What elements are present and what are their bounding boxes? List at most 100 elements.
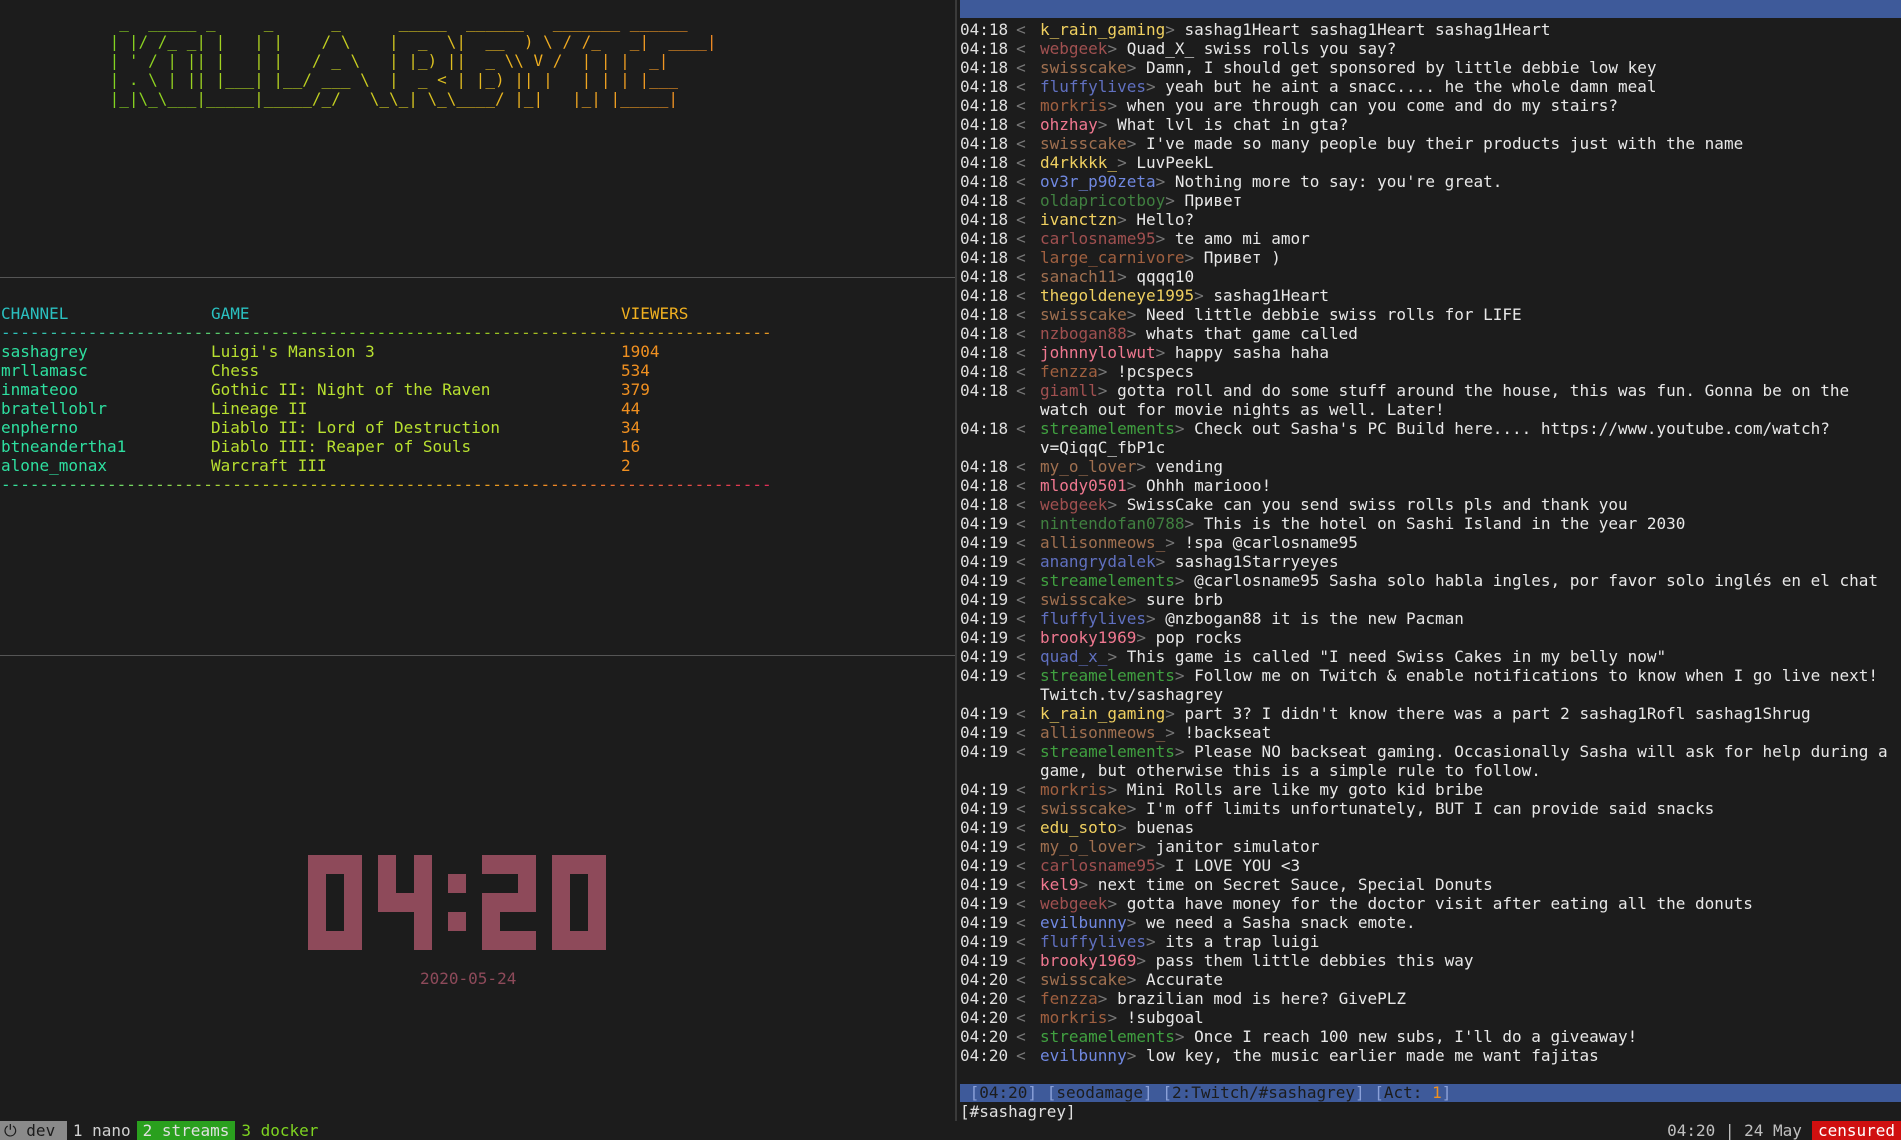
message-nick[interactable]: brooky1969 xyxy=(1040,628,1136,647)
message-nick[interactable]: quad_x_ xyxy=(1040,647,1107,666)
message-nick[interactable]: edu_soto xyxy=(1040,818,1117,837)
nick-bracket: > xyxy=(1174,666,1195,685)
message-time: 04:18 xyxy=(960,77,1009,96)
message-nick[interactable]: evilbunny xyxy=(1040,1046,1127,1065)
nick-bracket: > xyxy=(1174,742,1195,761)
clock-digit xyxy=(552,855,606,950)
nick-bracket: > xyxy=(1117,267,1137,286)
table-row[interactable]: btneandertha1 Diablo III: Reaper of Souls… xyxy=(1,437,801,456)
nick-bracket: < xyxy=(1016,799,1026,818)
message-nick[interactable]: webgeek xyxy=(1040,894,1107,913)
message-nick[interactable]: allisonmeows_ xyxy=(1040,533,1165,552)
message-nick[interactable]: morkris xyxy=(1040,96,1107,115)
message-nick[interactable]: ivanctzn xyxy=(1040,210,1117,229)
message-nick[interactable]: thegoldeneye1995 xyxy=(1040,286,1194,305)
message-nick[interactable]: swisscake xyxy=(1040,799,1127,818)
clock-colon xyxy=(448,874,466,931)
message-nick[interactable]: fluffylives xyxy=(1040,932,1146,951)
message-body: quad_x_> This game is called "I need Swi… xyxy=(1040,647,1901,666)
nick-bracket: > xyxy=(1107,495,1127,514)
message-nick[interactable]: ohzhay xyxy=(1040,115,1098,134)
message-nick[interactable]: streamelements xyxy=(1040,666,1175,685)
clock-pixel xyxy=(344,893,362,912)
table-row[interactable]: alone_monax Warcraft III 2 xyxy=(1,456,801,475)
nick-bracket: > xyxy=(1126,324,1146,343)
message-nick[interactable]: swisscake xyxy=(1040,305,1127,324)
message-time: 04:18 xyxy=(960,39,1009,58)
message-nick[interactable]: mlody0501 xyxy=(1040,476,1127,495)
nick-bracket: < xyxy=(1016,780,1026,799)
message-nick[interactable]: swisscake xyxy=(1040,970,1127,989)
nick-bracket: > xyxy=(1165,191,1185,210)
message-nick[interactable]: webgeek xyxy=(1040,495,1107,514)
table-row[interactable]: inmateoo Gothic II: Night of the Raven 379 xyxy=(1,380,801,399)
message-nick[interactable]: carlosname95 xyxy=(1040,856,1156,875)
nick-bracket: > xyxy=(1126,1046,1146,1065)
message-nick[interactable]: anangrydalek xyxy=(1040,552,1156,571)
message-nick[interactable]: swisscake xyxy=(1040,590,1127,609)
message-nick[interactable]: large_carnivore xyxy=(1040,248,1185,267)
message-nick[interactable]: fluffylives xyxy=(1040,609,1146,628)
tmux-window[interactable]: 1 nano xyxy=(67,1121,137,1140)
tmux-session[interactable]: ⏻ dev xyxy=(0,1121,67,1140)
table-row[interactable]: bratelloblr Lineage II 44 xyxy=(1,399,801,418)
nick-bracket: > xyxy=(1184,514,1204,533)
cell-viewers: 16 xyxy=(621,437,641,456)
message-time: 04:18 xyxy=(960,153,1009,172)
message-nick[interactable]: my_o_lover xyxy=(1040,457,1136,476)
nick-bracket: < xyxy=(1016,647,1026,666)
nick-bracket: < xyxy=(1016,305,1026,324)
message-nick[interactable]: swisscake xyxy=(1040,58,1127,77)
tmux-window[interactable]: 2 streams xyxy=(136,1121,236,1140)
chat-message: 04:18 < webgeek> Quad_X_ swiss rolls you s… xyxy=(960,39,1901,58)
message-time: 04:19 xyxy=(960,609,1009,628)
nick-bracket: < xyxy=(1016,381,1026,400)
chat-input[interactable] xyxy=(960,1102,1901,1121)
table-row[interactable]: sashagrey Luigi's Mansion 3 1904 xyxy=(1,342,801,361)
message-nick[interactable]: evilbunny xyxy=(1040,913,1127,932)
message-nick[interactable]: my_o_lover xyxy=(1040,837,1136,856)
message-nick[interactable]: allisonmeows_ xyxy=(1040,723,1165,742)
pane-divider[interactable] xyxy=(955,0,957,1128)
message-body: mlody0501> Ohhh mariooo! xyxy=(1040,476,1901,495)
message-nick[interactable]: giamll xyxy=(1040,381,1098,400)
message-nick[interactable]: streamelements xyxy=(1040,742,1175,761)
table-row[interactable]: enpherno Diablo II: Lord of Destruction 34 xyxy=(1,418,801,437)
message-text: Nothing more to say: you're great. xyxy=(1174,172,1503,191)
message-nick[interactable]: streamelements xyxy=(1040,419,1175,438)
message-nick[interactable]: fenzza xyxy=(1040,362,1098,381)
message-nick[interactable]: carlosname95 xyxy=(1040,229,1156,248)
clock-pixel xyxy=(308,855,326,874)
cell-viewers: 1904 xyxy=(621,342,660,361)
message-nick[interactable]: swisscake xyxy=(1040,134,1127,153)
message-nick[interactable]: kel9 xyxy=(1040,875,1079,894)
clock-pixel xyxy=(482,912,500,931)
message-nick[interactable]: nintendofan0788 xyxy=(1040,514,1185,533)
message-nick[interactable]: ov3r_p90zeta xyxy=(1040,172,1156,191)
message-nick[interactable]: morkris xyxy=(1040,780,1107,799)
message-text: sashag1Starryeyes xyxy=(1174,552,1339,571)
message-nick[interactable]: fenzza xyxy=(1040,989,1098,1008)
message-nick[interactable]: webgeek xyxy=(1040,39,1107,58)
message-nick[interactable]: fluffylives xyxy=(1040,77,1146,96)
message-nick[interactable]: oldapricotboy xyxy=(1040,191,1165,210)
message-nick[interactable]: streamelements xyxy=(1040,571,1175,590)
message-nick[interactable]: brooky1969 xyxy=(1040,951,1136,970)
message-nick[interactable]: nzbogan88 xyxy=(1040,324,1127,343)
message-nick[interactable]: d4rkkkk_ xyxy=(1040,153,1117,172)
message-nick[interactable]: k_rain_gaming xyxy=(1040,20,1165,39)
message-nick[interactable]: k_rain_gaming xyxy=(1040,704,1165,723)
clock-pixel xyxy=(414,855,432,874)
nick-bracket: < xyxy=(1016,343,1026,362)
message-nick[interactable]: morkris xyxy=(1040,1008,1107,1027)
table-rule-bottom: ----------------------------------------… xyxy=(1,475,801,494)
table-row[interactable]: mrllamasc Chess 534 xyxy=(1,361,801,380)
clock-pixel xyxy=(378,874,396,893)
message-nick[interactable]: sanach11 xyxy=(1040,267,1117,286)
tmux-window[interactable]: 3 docker xyxy=(235,1121,324,1140)
chat-message: 04:20 < fenzza> brazilian mod is here? Giv… xyxy=(960,989,1901,1008)
message-nick[interactable]: johnnylolwut xyxy=(1040,343,1156,362)
clock-pixel xyxy=(518,893,536,912)
message-text: Need little debbie swiss rolls for LIFE xyxy=(1145,305,1522,324)
message-nick[interactable]: streamelements xyxy=(1040,1027,1175,1046)
